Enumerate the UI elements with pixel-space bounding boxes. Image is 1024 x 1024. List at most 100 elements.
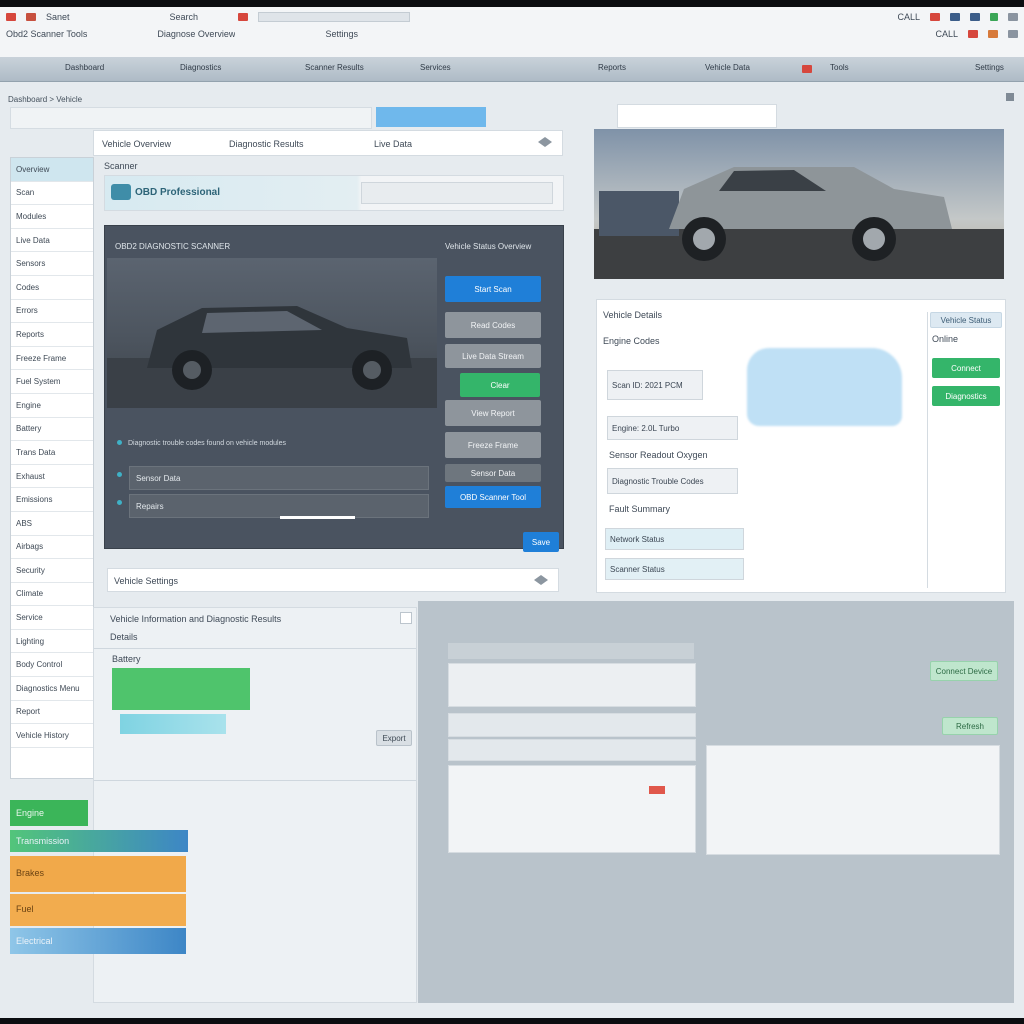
app-screen: Sanet Search CALL Obd2 Scanner Tools Dia… — [0, 7, 1024, 1018]
sidebar-item[interactable]: Live Data — [11, 229, 93, 253]
bar-brakes[interactable]: Brakes — [10, 856, 186, 892]
sidebar-item[interactable]: Climate — [11, 583, 93, 607]
right-label: CALL — [897, 12, 920, 22]
cloud-icon[interactable] — [534, 575, 548, 585]
refresh-button[interactable]: Refresh — [942, 717, 998, 735]
detail-field-0[interactable]: Scan ID: 2021 PCM — [607, 370, 703, 400]
gear-icon[interactable] — [1008, 30, 1018, 38]
bar-engine[interactable]: Engine — [10, 800, 88, 826]
sidebar-item[interactable]: Codes — [11, 276, 93, 300]
connect-device-button[interactable]: Connect Device — [930, 661, 998, 681]
tab-3[interactable]: Services — [420, 63, 451, 72]
sidebar-item[interactable]: Lighting — [11, 630, 93, 654]
toolbar-row-top: Sanet Search CALL — [6, 10, 1018, 24]
sidebar-item[interactable]: Errors — [11, 300, 93, 324]
bar-fuel[interactable]: Fuel — [10, 894, 186, 926]
tab-7[interactable]: Settings — [975, 63, 1004, 72]
live-data-button[interactable]: Live Data Stream — [445, 344, 541, 368]
sidebar-item[interactable]: Reports — [11, 323, 93, 347]
sidebar-item[interactable]: Security — [11, 559, 93, 583]
sidebar-item[interactable]: ABS — [11, 512, 93, 536]
search-label[interactable]: Search — [170, 12, 199, 22]
sidebar-item[interactable]: Scan — [11, 182, 93, 206]
save-button[interactable]: Save — [523, 532, 559, 552]
export-button[interactable]: Export — [376, 730, 412, 746]
sidebar-item[interactable]: Engine — [11, 394, 93, 418]
sidebar-item[interactable]: Service — [11, 606, 93, 630]
filter-accent[interactable] — [376, 107, 486, 127]
tab-2[interactable]: Scanner Results — [305, 63, 364, 72]
sidebar-item[interactable]: Freeze Frame — [11, 347, 93, 371]
sensor-data-button[interactable]: Sensor Data — [445, 464, 541, 482]
lr-card-2[interactable] — [448, 739, 696, 761]
detail-field-text: Diagnostic Trouble Codes — [612, 476, 704, 486]
mail-icon[interactable] — [950, 13, 960, 21]
diag-list-item-0: Diagnostic trouble codes found on vehicl… — [117, 440, 286, 447]
profile-icon[interactable] — [970, 13, 980, 21]
lr-alert-icon — [649, 786, 665, 794]
logo-search[interactable] — [361, 182, 553, 204]
scanner-tool-button[interactable]: OBD Scanner Tool — [445, 486, 541, 508]
repairs-row[interactable]: Repairs — [129, 494, 429, 518]
vehicle-settings-bar[interactable]: Vehicle Settings — [107, 568, 559, 592]
tab-4[interactable]: Reports — [598, 63, 626, 72]
sidebar-item[interactable]: Sensors — [11, 252, 93, 276]
nav-title[interactable]: Obd2 Scanner Tools — [6, 29, 87, 39]
toolbar-row-bottom: Obd2 Scanner Tools Diagnose Overview Set… — [6, 27, 1018, 41]
tab-1[interactable]: Diagnostics — [180, 63, 221, 72]
filter-bar[interactable] — [10, 107, 372, 129]
nav-overview[interactable]: Diagnose Overview — [157, 29, 235, 39]
sensor-data-row[interactable]: Sensor Data — [129, 466, 429, 490]
bar-electrical[interactable]: Electrical — [10, 928, 186, 954]
main-tab-0[interactable]: Vehicle Overview — [102, 139, 171, 149]
read-codes-button[interactable]: Read Codes — [445, 312, 541, 338]
sidebar-item[interactable]: Emissions — [11, 488, 93, 512]
notify-icon[interactable] — [930, 13, 940, 21]
diagnostics-button[interactable]: Diagnostics — [932, 386, 1000, 406]
detail-field-1[interactable]: Engine: 2.0L Turbo — [607, 416, 738, 440]
cloud-icon[interactable] — [538, 137, 552, 147]
sidebar-item[interactable]: Report — [11, 701, 93, 725]
tab-6[interactable]: Tools — [830, 63, 849, 72]
detail-field-3[interactable]: Diagnostic Trouble Codes — [607, 468, 738, 494]
sidebar-item[interactable]: Battery — [11, 418, 93, 442]
address-bar[interactable] — [258, 12, 411, 22]
freeze-frame-button[interactable]: Freeze Frame — [445, 432, 541, 458]
sidebar-item[interactable]: Overview — [11, 158, 93, 182]
connect-button[interactable]: Connect — [932, 358, 1000, 378]
sidebar-item[interactable]: Modules — [11, 205, 93, 229]
sidebar-item[interactable]: Airbags — [11, 536, 93, 560]
sidebar-item[interactable]: Exhaust — [11, 465, 93, 489]
detail-field-6[interactable]: Scanner Status — [605, 558, 744, 580]
bar-transmission[interactable]: Transmission — [10, 830, 188, 852]
lr-card-1[interactable] — [448, 713, 696, 737]
vehicle-shape-illustration — [747, 348, 902, 426]
record-icon[interactable] — [26, 13, 36, 21]
nav-settings[interactable]: Settings — [325, 29, 358, 39]
collapse-icon[interactable] — [1006, 93, 1014, 101]
vehicle-settings-label: Vehicle Settings — [114, 576, 179, 586]
sidebar-item[interactable]: Body Control — [11, 653, 93, 678]
sidebar-item[interactable]: Trans Data — [11, 441, 93, 465]
bell-icon[interactable] — [988, 30, 998, 38]
lr-card-0[interactable] — [448, 663, 696, 707]
tab-0[interactable]: Dashboard — [65, 63, 104, 72]
main-tab-strip: Dashboard Diagnostics Scanner Results Se… — [0, 57, 1024, 82]
repairs-text: Repairs — [136, 501, 164, 511]
clear-button[interactable]: Clear — [460, 373, 540, 397]
view-report-button[interactable]: View Report — [445, 400, 541, 426]
bar-electrical-label: Electrical — [16, 936, 53, 946]
lr-card-3[interactable] — [448, 765, 696, 853]
sidebar-item[interactable]: Vehicle History — [11, 724, 93, 748]
sidebar-item[interactable]: Fuel System — [11, 370, 93, 394]
search-input[interactable] — [617, 104, 777, 128]
main-tab-1[interactable]: Diagnostic Results — [229, 139, 304, 149]
main-tab-2[interactable]: Live Data — [374, 139, 412, 149]
close-icon[interactable] — [400, 612, 412, 624]
logo-text: OBD Professional — [135, 187, 221, 198]
start-scan-button[interactable]: Start Scan — [445, 276, 541, 302]
detail-field-5[interactable]: Network Status — [605, 528, 744, 550]
menu-icon[interactable] — [1008, 13, 1018, 21]
sidebar-item[interactable]: Diagnostics Menu — [11, 677, 93, 701]
tab-5[interactable]: Vehicle Data — [705, 63, 750, 72]
